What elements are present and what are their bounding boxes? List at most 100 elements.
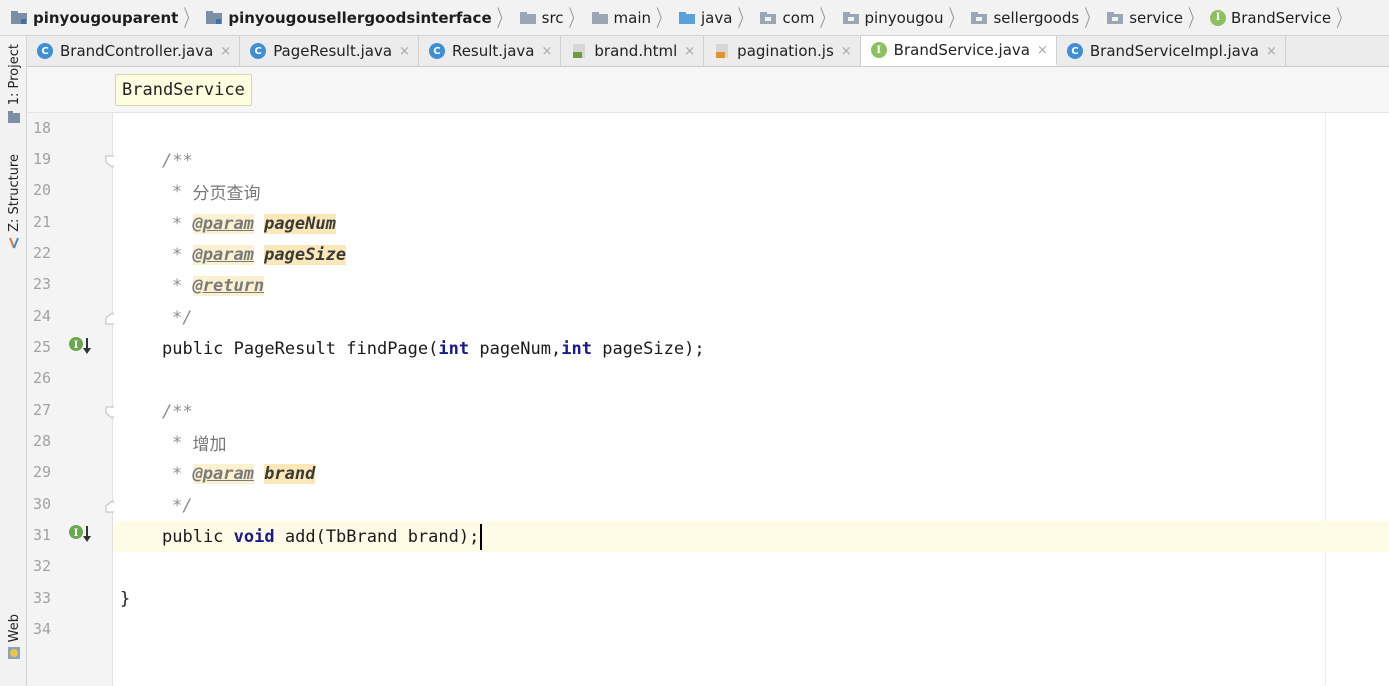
line-number: 24 bbox=[33, 307, 52, 325]
tab-label: BrandService.java bbox=[893, 41, 1030, 59]
javadoc-close: */ bbox=[172, 495, 193, 516]
param-pagenum: pageNum, bbox=[479, 338, 562, 359]
tab-label: brand.html bbox=[594, 42, 678, 60]
js-file-icon bbox=[714, 43, 730, 59]
package-icon bbox=[1106, 11, 1124, 25]
javadoc-close: */ bbox=[172, 307, 193, 328]
breadcrumb-label: main bbox=[613, 8, 652, 27]
tab-pageresult[interactable]: C PageResult.java × bbox=[240, 36, 419, 66]
text-caret bbox=[480, 523, 483, 550]
javadoc-text: 增加 bbox=[192, 435, 227, 455]
sticky-header-bar: BrandService bbox=[27, 67, 1389, 113]
javadoc-star: * bbox=[172, 244, 183, 265]
code-line-21: * @param pageNum bbox=[172, 208, 336, 239]
code-editor[interactable]: /** * 分页查询 * @param pageNum * @param pag… bbox=[114, 113, 1389, 686]
closing-brace: } bbox=[120, 588, 131, 609]
breadcrumb-label: BrandService bbox=[1230, 8, 1332, 27]
method-signature: add(TbBrand brand); bbox=[284, 526, 480, 547]
breadcrumb-label: pinyougouparent bbox=[33, 8, 179, 27]
tab-brandservice[interactable]: I BrandService.java × bbox=[860, 36, 1057, 66]
code-line-33: } bbox=[120, 583, 130, 614]
project-tool-window-button[interactable]: 1: Project bbox=[3, 44, 25, 128]
structure-tool-window-button[interactable]: Z: Structure bbox=[3, 154, 25, 254]
line-number: 20 bbox=[33, 181, 52, 199]
breadcrumb-item-src[interactable]: src 〉 bbox=[519, 0, 591, 36]
javadoc-param-tag: @param bbox=[192, 213, 254, 234]
implemented-method-icon[interactable]: I bbox=[68, 336, 94, 356]
tab-label: PageResult.java bbox=[273, 42, 393, 60]
close-icon[interactable]: × bbox=[542, 44, 553, 59]
class-icon: C bbox=[37, 43, 53, 59]
keyword-void: void bbox=[233, 526, 275, 547]
web-tool-window-button[interactable]: Web bbox=[3, 614, 25, 664]
keyword-public: public bbox=[162, 526, 224, 547]
package-icon bbox=[759, 11, 777, 25]
sticky-class-name[interactable]: BrandService bbox=[115, 74, 252, 106]
line-number: 23 bbox=[33, 275, 52, 293]
code-line-25: public PageResult findPage(int pageNum, i… bbox=[162, 333, 705, 364]
close-icon[interactable]: × bbox=[1266, 44, 1277, 59]
breadcrumb-item-pinyougouparent[interactable]: pinyougouparent 〉 bbox=[10, 0, 205, 36]
breadcrumb-separator-icon: 〉 bbox=[1187, 6, 1202, 32]
tab-label: Result.java bbox=[451, 42, 535, 60]
implemented-method-icon[interactable]: I bbox=[68, 524, 94, 544]
close-icon[interactable]: × bbox=[220, 44, 231, 59]
project-icon bbox=[7, 109, 21, 128]
breadcrumb-item-com[interactable]: com 〉 bbox=[759, 0, 841, 36]
breadcrumb-item-main[interactable]: main 〉 bbox=[591, 0, 678, 36]
breadcrumb-item-brandservice[interactable]: I BrandService 〉 bbox=[1209, 0, 1358, 36]
breadcrumb-separator-icon: 〉 bbox=[496, 6, 511, 32]
tab-brand-html[interactable]: brand.html × bbox=[561, 36, 705, 66]
breadcrumb-item-pinyougou[interactable]: pinyougou 〉 bbox=[842, 0, 971, 36]
right-margin-guide bbox=[1325, 113, 1326, 686]
javadoc-text: 分页查询 bbox=[192, 184, 261, 204]
tab-pagination-js[interactable]: pagination.js × bbox=[704, 36, 861, 66]
code-line-29: * @param brand bbox=[172, 458, 316, 489]
left-tool-window-strip: 1: Project Z: Structure Web bbox=[0, 36, 27, 686]
line-number: 34 bbox=[33, 620, 52, 638]
breadcrumb-item-java[interactable]: java 〉 bbox=[678, 0, 759, 36]
close-icon[interactable]: × bbox=[684, 44, 695, 59]
module-folder-icon bbox=[10, 10, 28, 25]
web-tool-label: Web bbox=[6, 614, 22, 643]
folder-icon bbox=[519, 11, 537, 25]
param-pagesize: pageSize); bbox=[602, 338, 705, 359]
line-number: 25 bbox=[33, 338, 52, 356]
javadoc-star: * bbox=[172, 181, 183, 202]
tab-brandserviceimpl[interactable]: C BrandServiceImpl.java × bbox=[1057, 36, 1286, 66]
breadcrumb-label: sellergoods bbox=[993, 8, 1080, 27]
line-number: 19 bbox=[33, 150, 52, 168]
code-line-24: */ bbox=[172, 302, 192, 333]
breadcrumb-item-service[interactable]: service 〉 bbox=[1106, 0, 1210, 36]
line-number: 28 bbox=[33, 432, 52, 450]
breadcrumb-item-sellergoodsinterface[interactable]: pinyougousellergoodsinterface 〉 bbox=[205, 0, 518, 36]
javadoc-star: * bbox=[172, 213, 183, 234]
tab-label: BrandServiceImpl.java bbox=[1089, 42, 1259, 60]
javadoc-open: /** bbox=[162, 150, 193, 171]
code-line-28: * 增加 bbox=[172, 427, 227, 458]
close-icon[interactable]: × bbox=[1037, 43, 1048, 58]
close-icon[interactable]: × bbox=[399, 44, 410, 59]
tab-result[interactable]: C Result.java × bbox=[419, 36, 562, 66]
close-icon[interactable]: × bbox=[841, 44, 852, 59]
breadcrumb-separator-icon: 〉 bbox=[1084, 6, 1099, 32]
breadcrumb-label: service bbox=[1129, 8, 1183, 27]
javadoc-param-name: brand bbox=[264, 463, 316, 484]
project-tool-label: 1: Project bbox=[6, 44, 22, 106]
class-icon: C bbox=[1066, 43, 1083, 59]
javadoc-param-tag: @param bbox=[192, 244, 254, 265]
editor-tab-bar: C BrandController.java × C PageResult.ja… bbox=[27, 36, 1389, 67]
javadoc-param-name: pageNum bbox=[264, 213, 336, 234]
keyword-int: int bbox=[561, 338, 592, 359]
javadoc-star: * bbox=[172, 275, 183, 296]
line-number: 27 bbox=[33, 401, 52, 419]
code-line-22: * @param pageSize bbox=[172, 239, 347, 270]
javadoc-star: * bbox=[172, 432, 183, 453]
breadcrumb-item-sellergoods[interactable]: sellergoods 〉 bbox=[970, 0, 1106, 36]
code-line-20: * 分页查询 bbox=[172, 176, 261, 207]
line-number: 30 bbox=[33, 495, 52, 513]
tab-brandcontroller[interactable]: C BrandController.java × bbox=[27, 36, 241, 66]
source-folder-icon bbox=[678, 11, 696, 25]
line-number: 26 bbox=[33, 369, 52, 387]
code-line-19: /** bbox=[162, 145, 193, 176]
